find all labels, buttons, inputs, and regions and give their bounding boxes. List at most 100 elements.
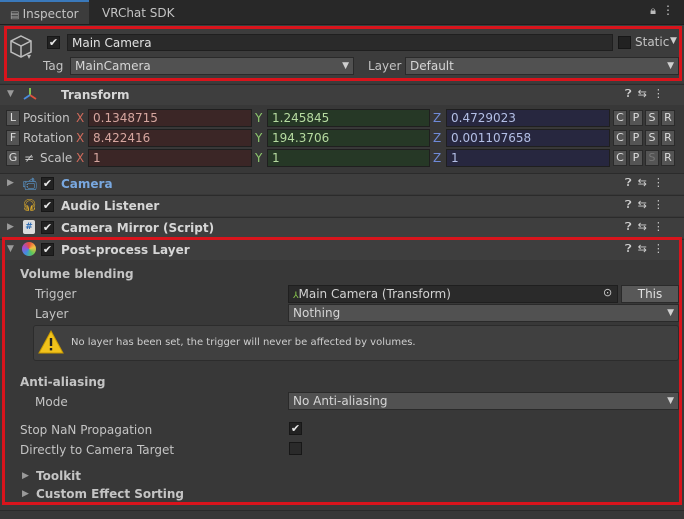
help-icon[interactable]: ❓︎: [625, 87, 638, 100]
chevron-down-icon: ▼: [667, 396, 674, 406]
position-label: Position: [23, 111, 70, 125]
chevron-down-icon: ▼: [342, 61, 349, 71]
custom-effect-sorting-foldout[interactable]: Custom Effect Sorting: [36, 487, 184, 501]
foldout-collapsed-icon[interactable]: ▶: [7, 178, 14, 188]
camera-enabled-checkbox[interactable]: ✔: [41, 177, 54, 190]
layer-dropdown[interactable]: Default ▼: [405, 57, 679, 75]
lock-icon[interactable]: 🔒︎: [650, 4, 656, 18]
kebab-menu-icon[interactable]: ⋮: [662, 3, 674, 17]
warning-text: No layer has been set, the trigger will …: [71, 337, 416, 348]
layer-mask-dropdown[interactable]: Nothing ▼: [288, 304, 679, 322]
static-checkbox[interactable]: [618, 36, 631, 49]
kebab-menu-icon[interactable]: ⋮: [653, 198, 670, 211]
scale-x-field[interactable]: 1: [88, 149, 252, 167]
position-z-field[interactable]: 0.4729023: [446, 109, 610, 127]
reset-scale-button[interactable]: R: [661, 150, 675, 166]
preset-settings-icon[interactable]: ⇆: [638, 87, 653, 100]
paste-rotation-button[interactable]: P: [629, 130, 643, 146]
help-icon[interactable]: ❓︎: [625, 176, 638, 189]
script-icon: #: [23, 220, 35, 234]
snap-scale-button[interactable]: S: [645, 150, 659, 166]
rotation-z-field[interactable]: 0.001107658: [446, 129, 610, 147]
layer-mask-label: Layer: [35, 307, 69, 321]
z-axis-label: Z: [433, 111, 442, 125]
transform-axes-icon: [22, 86, 38, 102]
foldout-expanded-icon[interactable]: ▼: [7, 244, 14, 254]
paste-scale-button[interactable]: P: [629, 150, 643, 166]
layer-label: Layer: [368, 59, 402, 73]
help-icon[interactable]: ❓︎: [625, 242, 638, 255]
foldout-collapsed-icon[interactable]: ▶: [7, 222, 14, 232]
rotation-y-field[interactable]: 194.3706: [267, 129, 430, 147]
preset-settings-icon[interactable]: ⇆: [638, 198, 653, 211]
tab-vrchat-sdk[interactable]: VRChat SDK: [92, 0, 185, 24]
tab-inspector[interactable]: ▤ Inspector: [0, 0, 89, 24]
chevron-down-icon: ▼: [667, 308, 674, 318]
foldout-collapsed-icon[interactable]: ▶: [22, 471, 29, 481]
camera-icon: 📹︎: [22, 177, 38, 191]
x-axis-label: X: [76, 131, 85, 145]
tag-dropdown[interactable]: MainCamera ▼: [70, 57, 354, 75]
reset-position-button[interactable]: R: [661, 110, 675, 126]
scale-z-field[interactable]: 1: [446, 149, 610, 167]
transform-title: Transform: [61, 88, 130, 102]
component-header-buttons: ❓︎⇆⋮: [625, 198, 670, 212]
scale-y-field[interactable]: 1: [267, 149, 430, 167]
post-process-title: Post-process Layer: [61, 243, 190, 257]
stop-nan-checkbox[interactable]: ✔: [289, 422, 302, 435]
rotation-label: Rotation: [23, 131, 74, 145]
kebab-menu-icon[interactable]: ⋮: [653, 220, 670, 233]
preset-settings-icon[interactable]: ⇆: [638, 220, 653, 233]
volume-blending-heading: Volume blending: [20, 267, 134, 281]
this-button[interactable]: This: [621, 285, 679, 303]
tag-label: Tag: [43, 59, 64, 73]
preset-settings-icon[interactable]: ⇆: [638, 176, 653, 189]
copy-scale-button[interactable]: C: [613, 150, 627, 166]
icon-dropdown-arrow-icon[interactable]: ▾: [27, 52, 31, 61]
anti-aliasing-mode-dropdown[interactable]: No Anti-aliasing ▼: [288, 392, 679, 410]
kebab-menu-icon[interactable]: ⋮: [653, 242, 670, 255]
global-toggle-button[interactable]: G: [6, 150, 20, 166]
audio-listener-title: Audio Listener: [61, 199, 160, 213]
y-axis-label: Y: [255, 151, 263, 165]
static-dropdown-arrow-icon[interactable]: ▼: [670, 36, 677, 46]
mode-label: Mode: [35, 395, 68, 409]
position-x-field[interactable]: 0.1348715: [88, 109, 252, 127]
post-process-enabled-checkbox[interactable]: ✔: [41, 243, 54, 256]
fixed-toggle-button[interactable]: F: [6, 130, 20, 146]
gameobject-active-checkbox[interactable]: ✔: [47, 36, 60, 49]
snap-rotation-button[interactable]: S: [645, 130, 659, 146]
kebab-menu-icon[interactable]: ⋮: [653, 87, 670, 100]
paste-position-button[interactable]: P: [629, 110, 643, 126]
scale-label: Scale: [40, 151, 73, 165]
rotation-x-field[interactable]: 8.422416: [88, 129, 252, 147]
component-header-buttons: ❓︎⇆⋮: [625, 87, 670, 101]
y-axis-label: Y: [255, 131, 263, 145]
local-toggle-button[interactable]: L: [6, 110, 20, 126]
gameobject-name-field[interactable]: Main Camera: [67, 34, 613, 51]
snap-position-button[interactable]: S: [645, 110, 659, 126]
help-icon[interactable]: ❓︎: [625, 220, 638, 233]
position-y-field[interactable]: 1.245845: [267, 109, 430, 127]
foldout-collapsed-icon[interactable]: ▶: [22, 489, 29, 499]
copy-rotation-button[interactable]: C: [613, 130, 627, 146]
reset-rotation-button[interactable]: R: [661, 130, 675, 146]
preset-settings-icon[interactable]: ⇆: [638, 242, 653, 255]
object-picker-icon[interactable]: ⊙: [603, 286, 612, 299]
constrain-proportions-icon[interactable]: ≠: [24, 151, 34, 165]
trigger-object-field[interactable]: ⅄Main Camera (Transform): [288, 285, 618, 303]
direct-camera-checkbox[interactable]: [289, 442, 302, 455]
toolkit-foldout[interactable]: Toolkit: [36, 469, 81, 483]
copy-position-button[interactable]: C: [613, 110, 627, 126]
kebab-menu-icon[interactable]: ⋮: [653, 176, 670, 189]
bottom-divider: [0, 510, 684, 511]
chevron-down-icon: ▼: [667, 61, 674, 71]
help-icon[interactable]: ❓︎: [625, 198, 638, 211]
headphones-icon: 🎧︎: [22, 198, 38, 212]
y-axis-label: Y: [255, 111, 263, 125]
x-axis-label: X: [76, 111, 85, 125]
audio-listener-enabled-checkbox[interactable]: ✔: [41, 199, 54, 212]
foldout-expanded-icon[interactable]: ▼: [7, 89, 14, 99]
camera-mirror-enabled-checkbox[interactable]: ✔: [41, 221, 54, 234]
z-axis-label: Z: [433, 151, 442, 165]
